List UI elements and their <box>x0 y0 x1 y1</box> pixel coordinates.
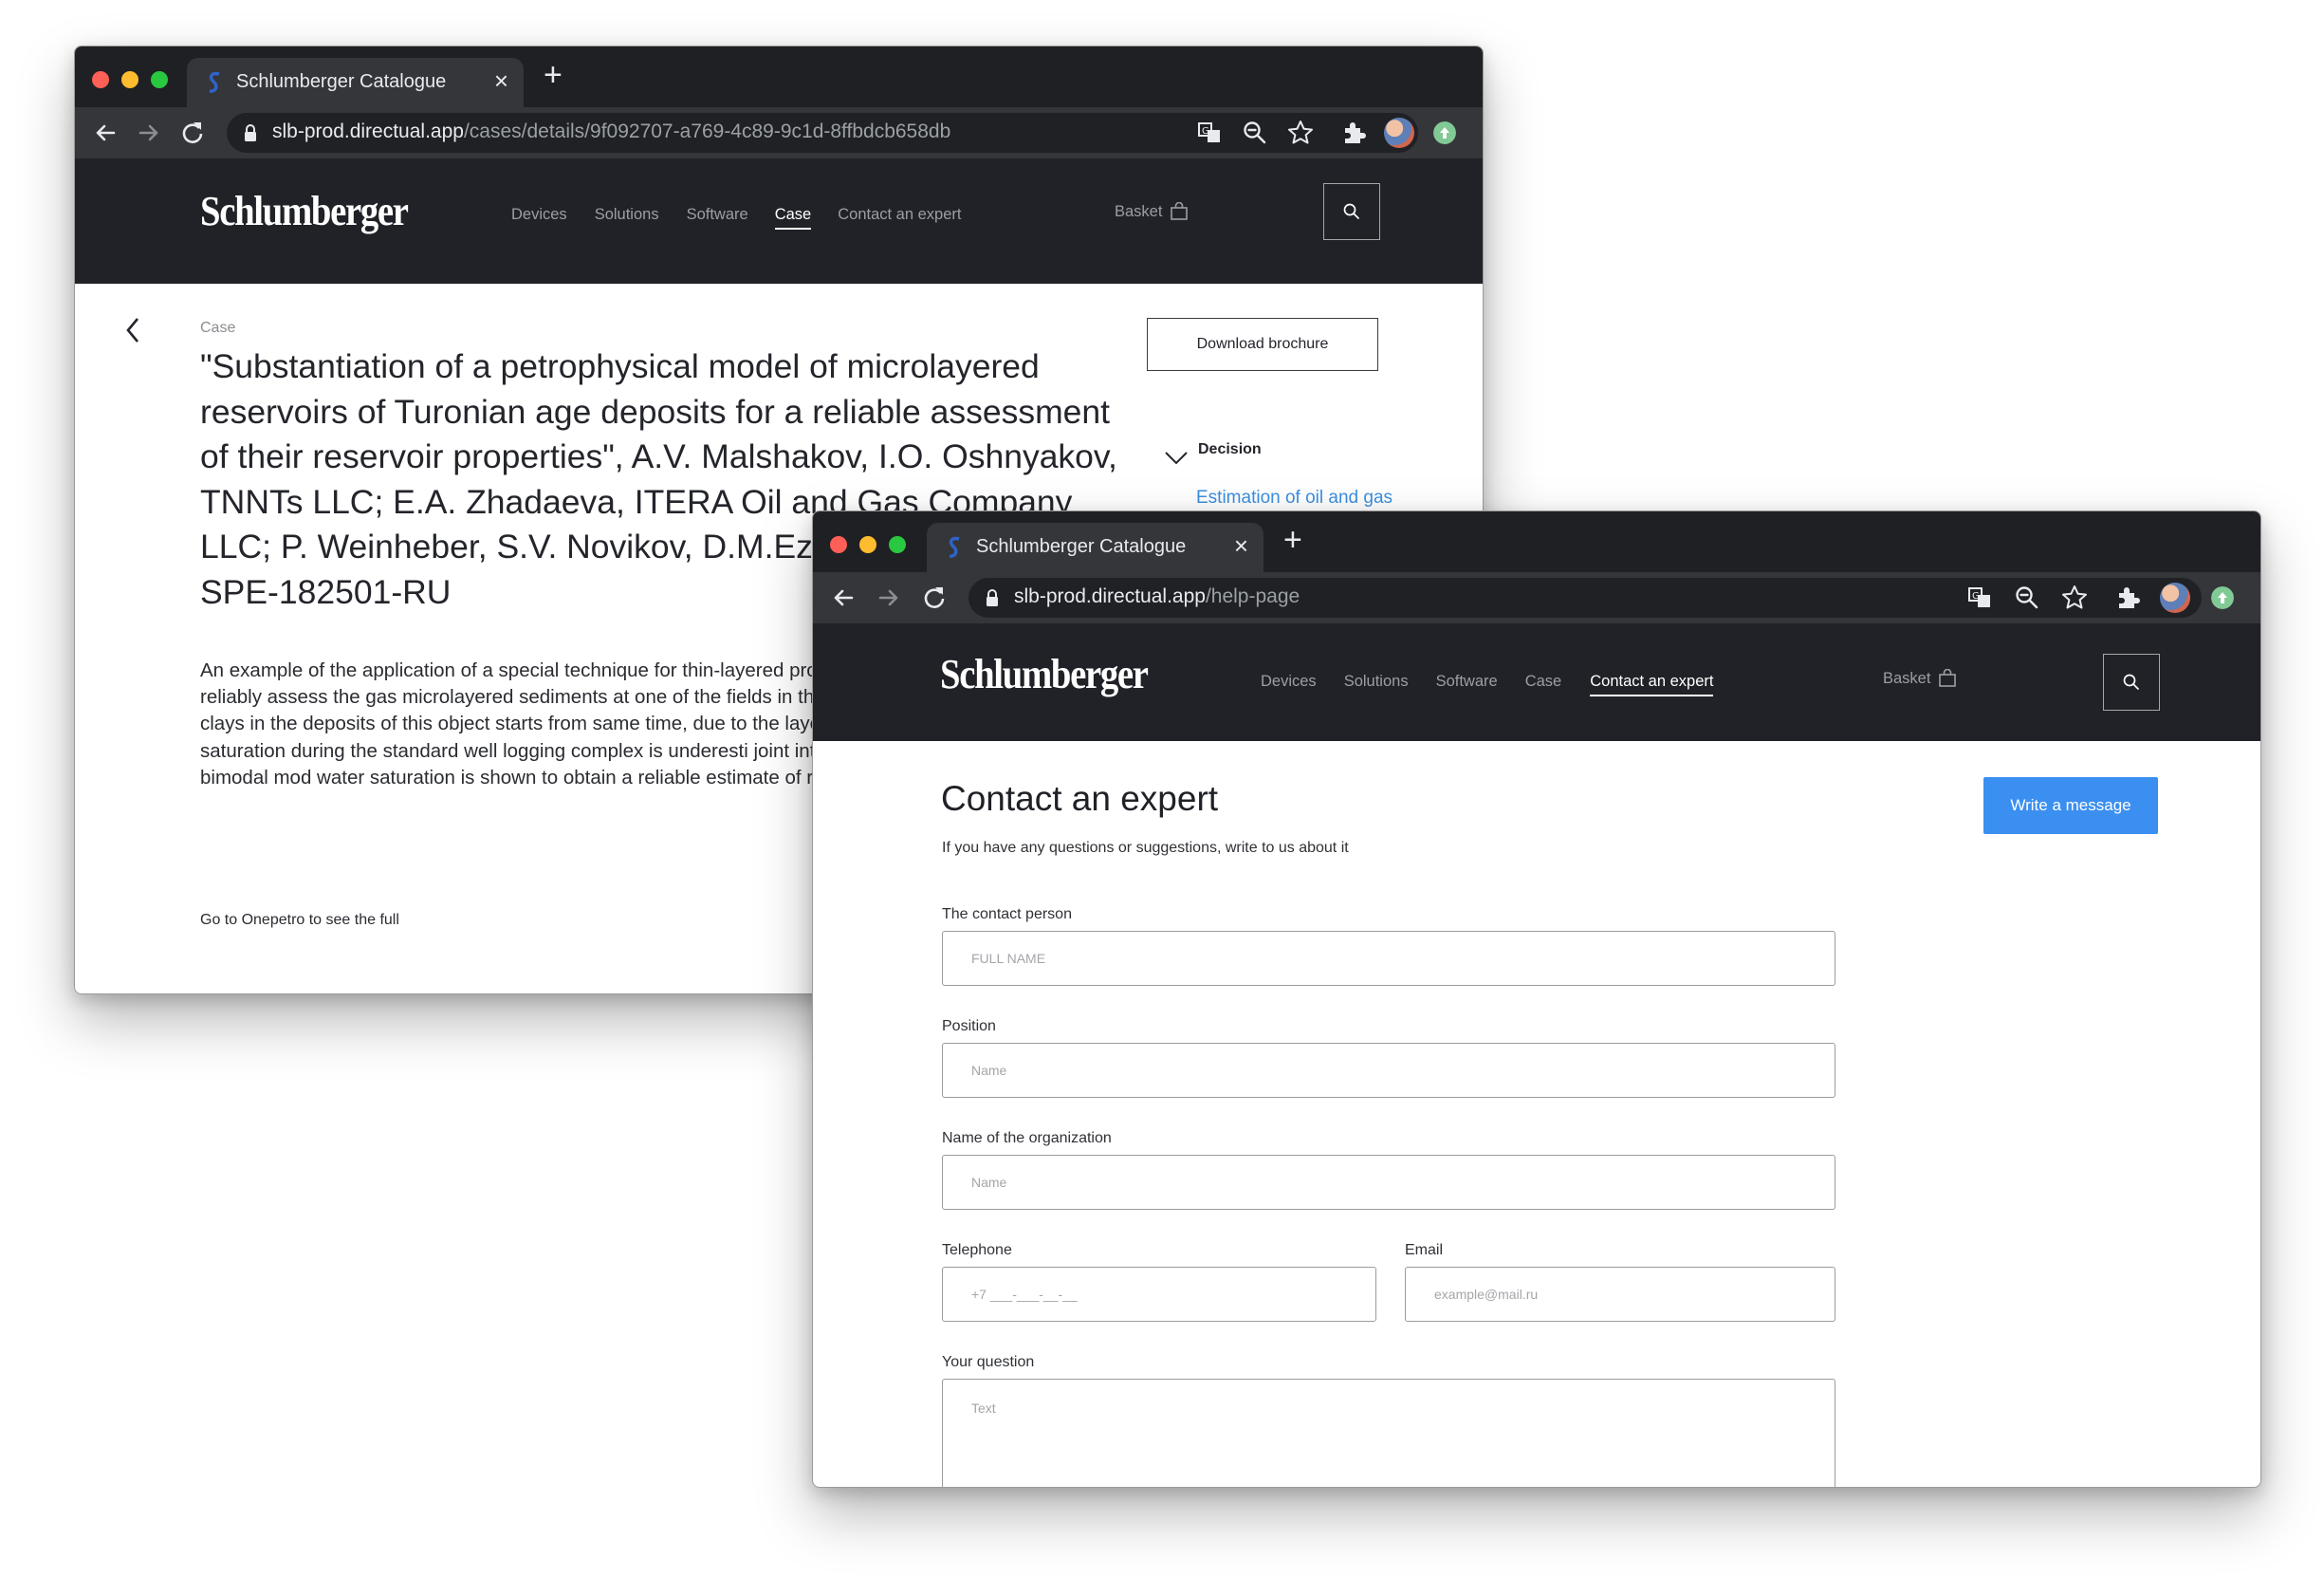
case-label: Case <box>200 320 236 336</box>
search-button[interactable] <box>1323 183 1380 240</box>
onepetro-link[interactable]: Go to Onepetro to see the full <box>200 912 399 929</box>
window-controls <box>92 71 168 88</box>
search-icon <box>2123 674 2139 690</box>
close-window-button[interactable] <box>92 71 109 88</box>
nav-contact-expert[interactable]: Contact an expert <box>838 206 961 230</box>
translate-icon[interactable]: G <box>1194 118 1225 148</box>
reload-icon[interactable] <box>921 584 948 611</box>
back-arrow-icon[interactable] <box>830 584 857 611</box>
question-label: Your question <box>942 1354 1035 1370</box>
url-path: /help-page <box>1205 585 1300 607</box>
basket-label: Basket <box>1115 202 1163 220</box>
schlumberger-logo[interactable]: Schlumberger <box>200 187 409 235</box>
contact-person-label: The contact person <box>942 906 1072 922</box>
bookmark-star-icon[interactable] <box>2059 583 2090 613</box>
email-label: Email <box>1405 1242 1444 1258</box>
tab-close-icon[interactable]: × <box>494 68 508 93</box>
svg-text:G: G <box>1972 591 1980 602</box>
tab-title: Schlumberger Catalogue <box>976 536 1187 557</box>
tab-close-icon[interactable]: × <box>1234 533 1248 558</box>
main-nav: Devices Solutions Software Case Contact … <box>511 206 961 230</box>
page-title: Contact an expert <box>941 779 1219 818</box>
extensions-icon[interactable] <box>1338 118 1369 148</box>
search-icon <box>1343 203 1359 219</box>
contact-page: Contact an expert If you have any questi… <box>813 741 2260 1487</box>
browser-tab[interactable]: Schlumberger Catalogue × <box>927 523 1263 572</box>
nav-software[interactable]: Software <box>687 206 748 230</box>
position-input[interactable] <box>942 1043 1835 1098</box>
new-tab-button[interactable]: + <box>1283 524 1302 556</box>
extensions-icon[interactable] <box>2112 583 2143 613</box>
nav-devices[interactable]: Devices <box>511 206 567 230</box>
new-tab-button[interactable]: + <box>544 59 563 91</box>
url-host: slb-prod.directual.app <box>272 121 464 142</box>
lock-icon <box>245 124 256 141</box>
profile-avatar[interactable] <box>1384 118 1414 148</box>
update-available-icon[interactable] <box>2211 586 2234 609</box>
basket-link[interactable]: Basket <box>1883 669 1957 688</box>
translate-icon[interactable]: G <box>1964 583 1995 613</box>
maximize-window-button[interactable] <box>151 71 168 88</box>
page-subtitle: If you have any questions or suggestions… <box>942 840 1349 856</box>
nav-case[interactable]: Case <box>1525 673 1562 696</box>
lock-icon <box>987 589 998 606</box>
schlumberger-favicon-icon <box>209 71 220 93</box>
tab-strip: Schlumberger Catalogue × + <box>75 46 1483 107</box>
nav-software[interactable]: Software <box>1436 673 1498 696</box>
minimize-window-button[interactable] <box>859 536 876 553</box>
browser-tab[interactable]: Schlumberger Catalogue × <box>187 58 524 107</box>
download-brochure-button[interactable]: Download brochure <box>1147 318 1378 371</box>
decision-heading[interactable]: Decision <box>1198 441 1262 458</box>
question-textarea[interactable] <box>942 1379 1835 1487</box>
nav-devices[interactable]: Devices <box>1261 673 1317 696</box>
position-label: Position <box>942 1018 996 1034</box>
browser-window-contact: Schlumberger Catalogue × + slb-prod.dire… <box>812 510 2261 1488</box>
svg-text:G: G <box>1202 126 1209 137</box>
chevron-down-icon[interactable] <box>1164 451 1189 466</box>
forward-arrow-icon[interactable] <box>876 584 902 611</box>
url-path: /cases/details/9f092707-a769-4c89-9c1d-8… <box>463 121 951 142</box>
telephone-label: Telephone <box>942 1242 1012 1258</box>
organization-input[interactable] <box>942 1155 1835 1210</box>
window-controls <box>830 536 906 553</box>
basket-bag-icon <box>1939 669 1957 687</box>
back-chevron-icon[interactable] <box>124 316 141 344</box>
schlumberger-logo[interactable]: Schlumberger <box>940 650 1149 698</box>
basket-bag-icon <box>1171 202 1189 220</box>
write-message-button[interactable]: Write a message <box>1983 777 2158 834</box>
organization-label: Name of the organization <box>942 1130 1112 1146</box>
browser-toolbar: slb-prod.directual.app/cases/details/9f0… <box>75 107 1483 158</box>
main-nav: Devices Solutions Software Case Contact … <box>1261 673 1714 696</box>
url-text: slb-prod.directual.app/help-page <box>1014 585 1300 608</box>
minimize-window-button[interactable] <box>121 71 138 88</box>
bookmark-star-icon[interactable] <box>1285 118 1316 148</box>
zoom-icon[interactable] <box>2012 583 2042 613</box>
url-host: slb-prod.directual.app <box>1014 585 1206 607</box>
schlumberger-favicon-icon <box>949 536 960 558</box>
maximize-window-button[interactable] <box>889 536 906 553</box>
url-text: slb-prod.directual.app/cases/details/9f0… <box>272 121 950 143</box>
back-arrow-icon[interactable] <box>92 120 119 146</box>
forward-arrow-icon[interactable] <box>136 120 162 146</box>
tab-strip: Schlumberger Catalogue × + <box>813 511 2260 572</box>
contact-person-input[interactable] <box>942 931 1835 986</box>
profile-avatar[interactable] <box>2160 583 2190 613</box>
site-header: Schlumberger Devices Solutions Software … <box>813 623 2260 741</box>
basket-link[interactable]: Basket <box>1115 202 1189 221</box>
nav-contact-expert[interactable]: Contact an expert <box>1590 673 1714 696</box>
nav-case[interactable]: Case <box>774 206 812 230</box>
search-button[interactable] <box>2103 654 2160 711</box>
nav-solutions[interactable]: Solutions <box>1344 673 1409 696</box>
basket-label: Basket <box>1883 669 1931 687</box>
close-window-button[interactable] <box>830 536 847 553</box>
update-available-icon[interactable] <box>1433 121 1456 144</box>
zoom-icon[interactable] <box>1240 118 1270 148</box>
telephone-input[interactable] <box>942 1267 1376 1322</box>
tab-title: Schlumberger Catalogue <box>236 71 447 92</box>
site-header: Schlumberger Devices Solutions Software … <box>75 158 1483 284</box>
reload-icon[interactable] <box>179 120 206 146</box>
nav-solutions[interactable]: Solutions <box>595 206 659 230</box>
browser-toolbar: slb-prod.directual.app/help-page G <box>813 572 2260 623</box>
email-input[interactable] <box>1405 1267 1835 1322</box>
